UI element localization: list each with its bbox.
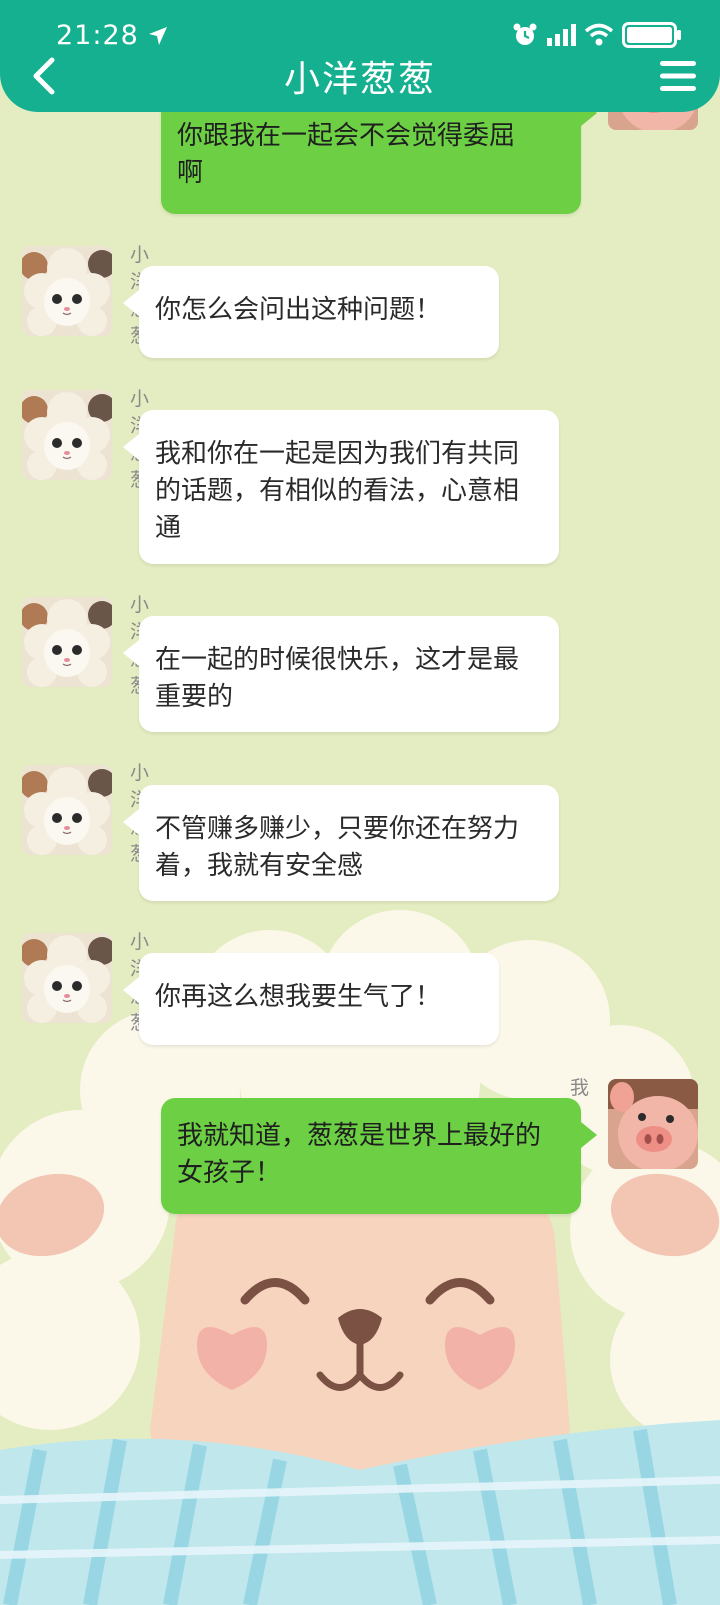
status-icons [512,22,682,48]
message-bubble[interactable]: 我和你在一起是因为我们有共同的话题，有相似的看法，心意相通 [139,410,559,564]
bubble-tail [123,640,139,666]
battery-icon [622,22,681,48]
wifi-icon [584,23,614,46]
message-bubble[interactable]: 我就知道，葱葱是世界上最好的女孩子！ [161,1098,581,1214]
message-text-line: 啊 [177,158,204,188]
message-bubble[interactable]: 你怎么会问出这种问题！ [139,266,499,358]
status-time: 21:28 [56,20,169,51]
bubble-tail [123,809,139,835]
signal-bars-icon [547,24,576,46]
message-text: 我和你在一起是因为我们有共同的话题，有相似的看法，心意相通 [155,439,520,543]
top-bar: 21:28 小洋葱葱 [0,0,720,112]
bubble-tail [123,290,139,316]
pig-avatar-icon [608,1079,698,1169]
message-text: 你怎么会问出这种问题！ [155,295,442,325]
message-bubble[interactable]: 在一起的时候很快乐，这才是最重要的 [139,616,559,732]
message-text: 在一起的时候很快乐，这才是最重要的 [155,645,520,712]
menu-button[interactable] [658,58,698,94]
bubble-tail [123,434,139,460]
avatar-contact[interactable] [22,246,112,336]
message-bubble[interactable]: 你再这么想我要生气了！ [139,953,499,1045]
bubble-tail [581,1122,597,1148]
hamburger-menu-icon [660,61,696,91]
cat-avatar-icon [22,765,112,855]
bubble-tail [123,977,139,1003]
location-arrow-icon [148,26,167,45]
cat-avatar-icon [22,246,112,336]
cat-avatar-icon [22,390,112,480]
chat-title: 小洋葱葱 [283,59,436,100]
message-bubble[interactable]: 不管赚多赚少，只要你还在努力着，我就有安全感 [139,785,559,901]
status-time-text: 21:28 [56,20,139,51]
message-text: 你再这么想我要生气了！ [155,982,442,1012]
message-text: 不管赚多赚少，只要你还在努力着，我就有安全感 [155,814,520,881]
avatar-contact[interactable] [22,933,112,1023]
message-text: 我就知道，葱葱是世界上最好的女孩子！ [177,1121,542,1188]
avatar-contact[interactable] [22,597,112,687]
message-text-line: 你跟我在一起会不会觉得委屈 [177,121,516,151]
avatar-contact[interactable] [22,390,112,480]
cat-avatar-icon [22,597,112,687]
alarm-clock-icon [513,23,537,45]
avatar-contact[interactable] [22,765,112,855]
cat-avatar-icon [22,933,112,1023]
sender-name: 我 [570,1077,590,1099]
avatar-me[interactable] [608,1079,698,1169]
